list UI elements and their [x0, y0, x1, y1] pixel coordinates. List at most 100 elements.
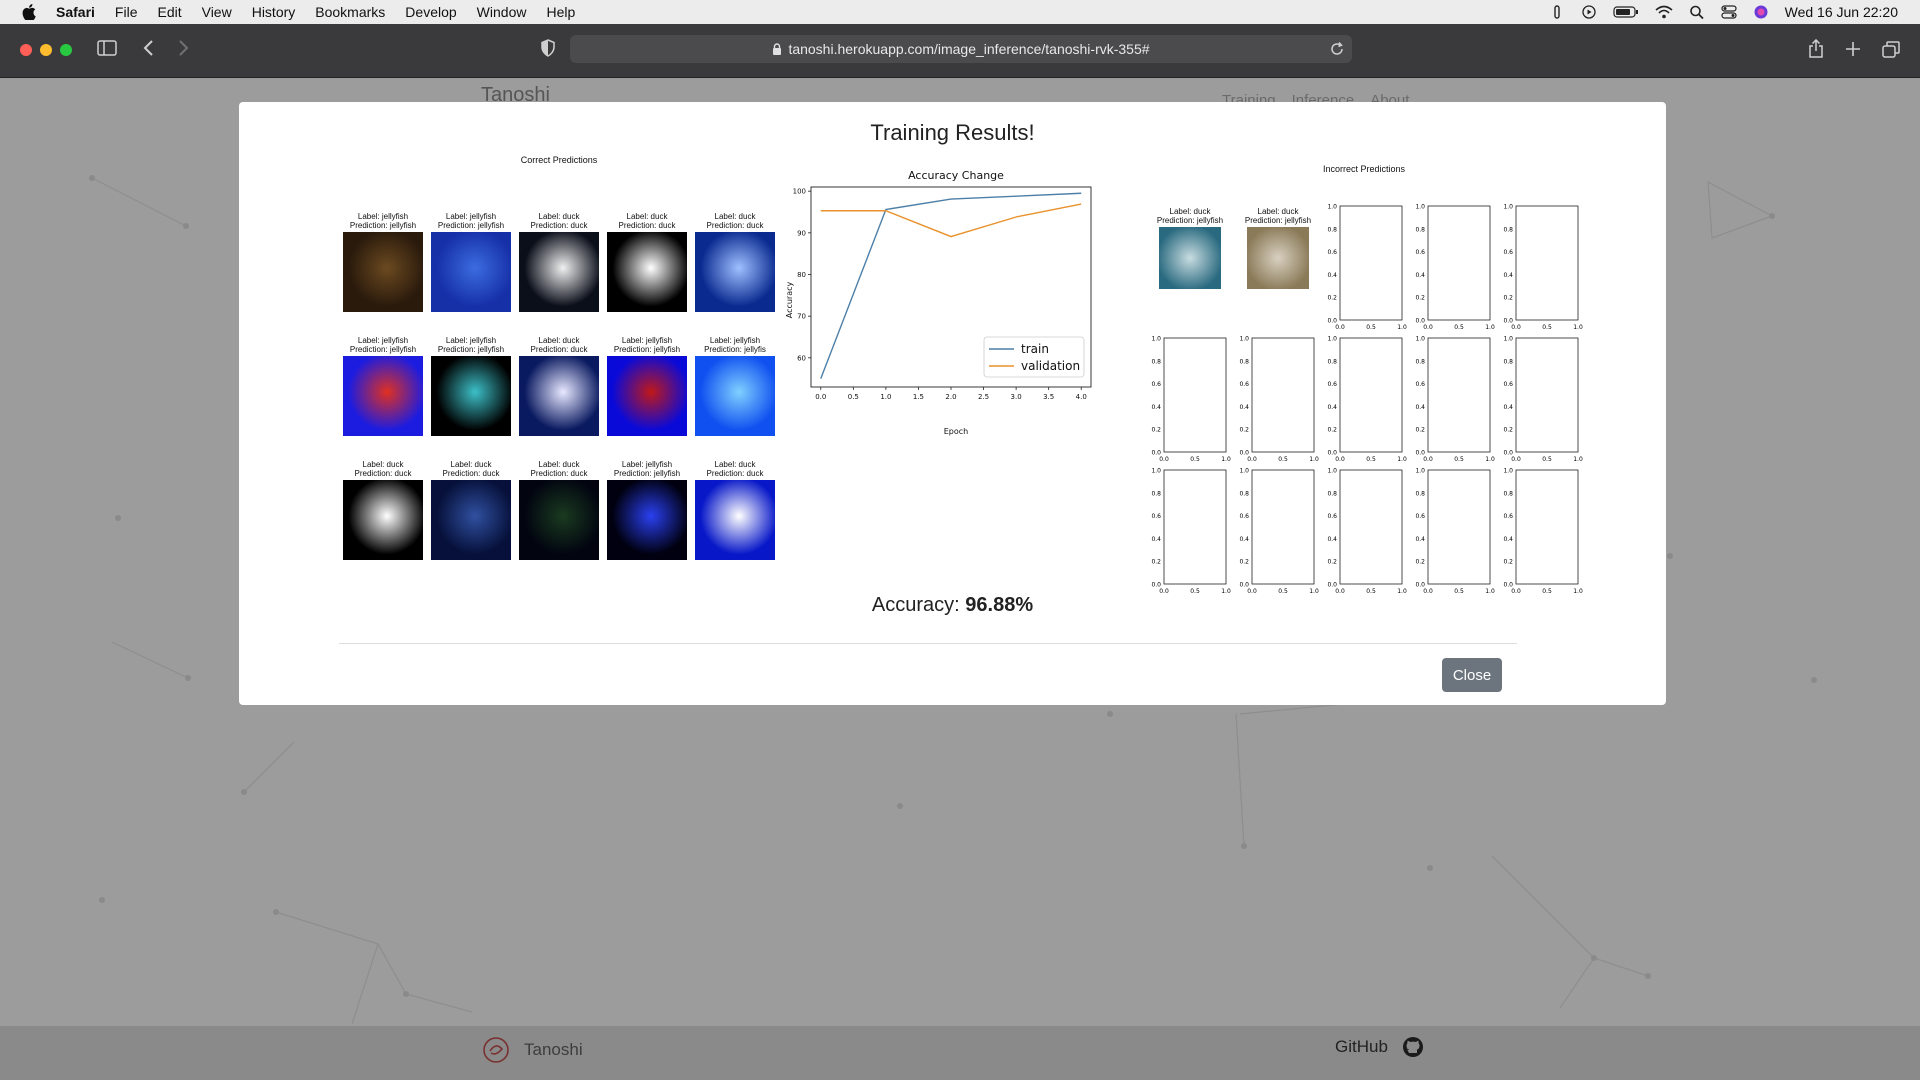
tanoshi-logo-icon [483, 1037, 509, 1063]
address-bar[interactable]: tanoshi.herokuapp.com/image_inference/ta… [570, 35, 1352, 63]
siri-icon[interactable] [1753, 5, 1769, 19]
y-tick-label: 1.0 [1503, 336, 1513, 343]
new-tab-icon[interactable] [1845, 41, 1861, 57]
wifi-icon[interactable] [1655, 5, 1673, 19]
macos-menubar: Safari File Edit View History Bookmarks … [0, 0, 1920, 24]
thumb-image [695, 356, 775, 436]
y-tick-label: 1.0 [1503, 468, 1513, 475]
thumb-prediction: Prediction: jellyfish [437, 345, 505, 354]
x-tick-label: 1.0 [1397, 456, 1407, 463]
menu-edit[interactable]: Edit [157, 4, 181, 20]
axes-frame [1427, 205, 1491, 321]
chart-ylabel: Accuracy [785, 281, 794, 318]
forward-icon[interactable] [176, 39, 190, 57]
modal-footer-divider [339, 643, 1517, 644]
thumb-label: Label: duck [1257, 207, 1299, 216]
privacy-shield-icon[interactable] [540, 39, 556, 57]
menu-bookmarks[interactable]: Bookmarks [315, 4, 385, 20]
menu-window[interactable]: Window [477, 4, 527, 20]
sidebar-toggle-icon[interactable] [97, 39, 117, 57]
y-tick-label: 0.4 [1503, 272, 1513, 279]
y-tick-label: 1.0 [1415, 468, 1425, 475]
y-tick-label: 0.4 [1503, 404, 1513, 411]
correct-prediction-thumb: Label: duck Prediction: duck [695, 212, 775, 312]
x-tick-label: 2.5 [978, 393, 989, 401]
apple-logo-icon[interactable] [22, 4, 36, 20]
accuracy-summary: Accuracy: 96.88% [239, 594, 1666, 617]
correct-prediction-thumb: Label: duck Prediction: duck [695, 460, 775, 560]
menu-view[interactable]: View [202, 4, 232, 20]
y-tick-label: 0.2 [1415, 295, 1425, 302]
y-tick-label: 0.8 [1503, 358, 1513, 365]
x-tick-label: 1.0 [880, 393, 891, 401]
reload-icon[interactable] [1330, 42, 1344, 56]
thumb-prediction: Prediction: jellyfis [704, 345, 766, 354]
x-tick-label: 1.0 [1221, 456, 1231, 463]
thumb-label: Label: duck [714, 460, 756, 469]
window-close-button[interactable] [20, 44, 32, 56]
menu-file[interactable]: File [115, 4, 138, 20]
battery-icon[interactable] [1613, 5, 1639, 19]
thumb-image [607, 232, 687, 312]
tab-overview-icon[interactable] [1882, 41, 1900, 58]
correct-prediction-thumb: Label: duck Prediction: duck [607, 212, 687, 312]
x-tick-label: 1.5 [913, 393, 924, 401]
footer-github-text: GitHub [1335, 1037, 1388, 1056]
play-icon[interactable] [1581, 5, 1597, 19]
y-tick-label: 0.6 [1415, 381, 1425, 388]
paperclip-icon[interactable] [1549, 5, 1565, 19]
menu-help[interactable]: Help [546, 4, 575, 20]
y-tick-label: 0.2 [1239, 427, 1249, 434]
menu-develop[interactable]: Develop [405, 4, 456, 20]
y-tick-label: 0.2 [1327, 559, 1337, 566]
thumb-prediction: Prediction: jellyfish [1244, 216, 1312, 225]
y-tick-label: 0.6 [1503, 381, 1513, 388]
thumb-prediction: Prediction: jellyfish [613, 469, 681, 478]
share-icon[interactable] [1808, 39, 1824, 59]
accuracy-label: Accuracy: [871, 594, 960, 616]
incorrect-prediction-thumb: Label: duck Prediction: jellyfish [1150, 207, 1230, 289]
footer-brand[interactable]: Tanoshi [482, 1036, 583, 1064]
window-minimize-button[interactable] [40, 44, 52, 56]
incorrect-prediction-thumb: Label: duck Prediction: jellyfish [1238, 207, 1318, 289]
menu-app-safari[interactable]: Safari [56, 4, 95, 20]
footer-github-link[interactable]: GitHub [1335, 1036, 1424, 1058]
x-tick-label: 0.5 [1366, 456, 1376, 463]
y-tick-label: 0.4 [1327, 536, 1337, 543]
menubar-clock[interactable]: Wed 16 Jun 22:20 [1785, 4, 1898, 20]
x-tick-label: 1.0 [1573, 324, 1583, 331]
empty-axes: 0.00.20.40.60.81.00.0 0.5 1.0 [1503, 204, 1583, 332]
x-tick-label: 0.5 [1190, 456, 1200, 463]
empty-axes: 0.00.20.40.60.81.00.0 0.5 1.0 [1327, 336, 1407, 464]
thumb-label: Label: duck [538, 212, 580, 221]
spotlight-search-icon[interactable] [1689, 5, 1705, 19]
y-tick-label: 0.8 [1327, 490, 1337, 497]
y-tick-label: 0.2 [1151, 559, 1161, 566]
x-tick-label: 0.5 [1542, 324, 1552, 331]
thumb-prediction: Prediction: jellyfish [349, 345, 417, 354]
thumb-label: Label: duck [538, 460, 580, 469]
chart-plot-area: 60 70 80 90 100 0.0 0.5 1.0 1.5 2.0 2.5 3.0 3.5 4.0 tr… [793, 186, 1092, 401]
empty-axes: 0.00.20.40.60.81.00.0 0.5 1.0 [1415, 336, 1494, 464]
menu-history[interactable]: History [252, 4, 296, 20]
correct-predictions-figure: Correct Predictions Label: jellyfish Pred… [239, 102, 799, 582]
thumb-prediction: Prediction: duck [706, 221, 764, 230]
x-tick-label: 4.0 [1076, 393, 1087, 401]
github-icon [1402, 1037, 1423, 1057]
y-tick-label: 0.4 [1151, 404, 1161, 411]
thumb-prediction: Prediction: duck [706, 469, 764, 478]
thumb-image [519, 480, 599, 560]
empty-axes: 0.00.20.40.60.81.00.0 0.5 1.0 [1503, 468, 1582, 596]
chart-xlabel: Epoch [944, 427, 969, 436]
control-center-icon[interactable] [1721, 5, 1737, 19]
thumb-label: Label: jellyfish [621, 336, 673, 345]
back-icon[interactable] [142, 39, 156, 57]
correct-prediction-thumb: Label: duck Prediction: duck [431, 460, 511, 560]
axes-frame [1515, 337, 1579, 453]
y-tick-label: 80 [797, 271, 806, 279]
empty-axes: 0.00.20.40.60.81.00.0 0.5 1.0 [1151, 336, 1231, 464]
x-tick-label: 0.0 [1511, 456, 1521, 463]
x-tick-label: 0.0 [1511, 324, 1521, 331]
window-zoom-button[interactable] [60, 44, 72, 56]
close-button[interactable]: Close [1442, 658, 1502, 692]
